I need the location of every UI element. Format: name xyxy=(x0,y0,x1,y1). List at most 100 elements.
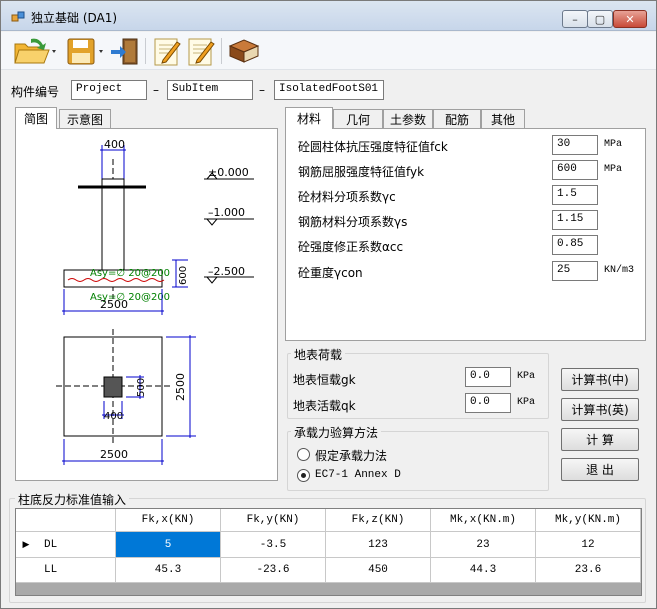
id-separator: – xyxy=(259,83,265,97)
tab-material[interactable]: 材料 xyxy=(285,107,333,129)
table-corner xyxy=(16,509,116,532)
tab-soil[interactable]: 土参数 xyxy=(383,109,433,129)
tab-geometry[interactable]: 几何 xyxy=(333,109,383,129)
save-button[interactable] xyxy=(65,35,105,67)
current-row-icon: ▶ xyxy=(22,539,30,550)
alpha-cc-input[interactable]: 0.85 xyxy=(552,235,598,255)
field-label: 砼强度修正系数αcc xyxy=(298,240,404,254)
tab-reinforcement[interactable]: 配筋 xyxy=(433,109,481,129)
id-separator: – xyxy=(153,83,159,97)
element-field[interactable]: IsolatedFootS01 xyxy=(274,80,384,100)
gamma-s-input[interactable]: 1.15 xyxy=(552,210,598,230)
table-cell[interactable]: 45.3 xyxy=(116,558,221,583)
window-title: 独立基础 (DA1) xyxy=(31,11,118,25)
column-header: Fk,x(KN) xyxy=(116,509,221,532)
exit-door-icon xyxy=(111,38,138,65)
table-cell[interactable]: -3.5 xyxy=(221,532,326,558)
live-load-unit: KPa xyxy=(517,397,536,408)
plan-column-height-dim: 500 xyxy=(136,378,147,397)
drawing-panel: 400 Asy=∅ 20@200 Asy=∅ 20@200 2500 600 ±… xyxy=(15,128,278,481)
toolbar-separator xyxy=(145,38,146,64)
reaction-title: 柱底反力标准值输入 xyxy=(15,491,130,508)
exit-tool-button[interactable] xyxy=(109,35,141,67)
table-cell[interactable]: 450 xyxy=(326,558,431,583)
toolbar-separator xyxy=(221,38,222,64)
app-icon xyxy=(11,11,25,22)
method-radio-2[interactable] xyxy=(297,469,310,482)
field-label: 砼重度γcon xyxy=(298,266,363,280)
exit-button[interactable]: 退 出 xyxy=(561,458,639,481)
floppy-disk-icon xyxy=(67,38,103,65)
table-cell[interactable]: 123 xyxy=(326,532,431,558)
field-label: 砼材料分项系数γc xyxy=(298,190,396,204)
unit-label: MPa xyxy=(604,164,623,175)
column-header: Fk,z(KN) xyxy=(326,509,431,532)
maximize-button[interactable]: ▢ xyxy=(587,10,613,28)
book-icon xyxy=(228,39,260,63)
tab-other[interactable]: 其他 xyxy=(481,109,525,129)
table-cell[interactable]: 12 xyxy=(536,532,641,558)
tab-schematic[interactable]: 示意图 xyxy=(59,109,111,129)
edit-button-2[interactable] xyxy=(185,35,217,67)
edit-button-1[interactable] xyxy=(151,35,183,67)
folder-open-icon xyxy=(14,38,56,64)
app-window: 独立基础 (DA1) – ▢ ✕ 构件编号 Project – SubItem … xyxy=(0,0,657,609)
subitem-field[interactable]: SubItem xyxy=(167,80,253,100)
column-header: Fk,y(KN) xyxy=(221,509,326,532)
project-field[interactable]: Project xyxy=(71,80,147,100)
base-width-dim: 2500 xyxy=(100,298,128,311)
table-cell[interactable]: -23.6 xyxy=(221,558,326,583)
method-option-2-label: EC7-1 Annex D xyxy=(315,469,401,481)
surface-load-title: 地表荷载 xyxy=(291,346,346,363)
row-label: LL xyxy=(44,564,58,576)
rebar-top-label: Asy=∅ 20@200 xyxy=(90,268,170,279)
open-button[interactable] xyxy=(13,35,57,67)
report-cn-button[interactable]: 计算书(中) xyxy=(561,368,639,391)
close-button[interactable]: ✕ xyxy=(613,10,647,28)
title-bar: 独立基础 (DA1) – ▢ ✕ xyxy=(1,1,656,31)
dead-load-unit: KPa xyxy=(517,371,536,382)
table-cell[interactable]: 23.6 xyxy=(536,558,641,583)
table-cell[interactable]: 23 xyxy=(431,532,536,558)
column-width-dim: 400 xyxy=(104,138,125,151)
unit-label: KN/m3 xyxy=(604,265,635,276)
table-cell[interactable]: 5 xyxy=(116,532,221,558)
fyk-input[interactable]: 600 xyxy=(552,160,598,180)
report-en-button[interactable]: 计算书(英) xyxy=(561,398,639,421)
elevation-top: ±0.000 xyxy=(208,166,249,179)
row-label: DL xyxy=(44,538,58,551)
method-title: 承载力验算方法 xyxy=(291,424,382,441)
table-cell[interactable]: 44.3 xyxy=(431,558,536,583)
minimize-button[interactable]: – xyxy=(562,10,588,28)
depth-dim: 600 xyxy=(178,266,189,285)
table-row-header[interactable]: ▶ DL xyxy=(16,532,116,558)
field-label: 砼圆柱体抗压强度特征值fck xyxy=(298,140,448,154)
table-scroll-area[interactable] xyxy=(16,583,641,595)
tab-diagram[interactable]: 简图 xyxy=(15,107,57,129)
live-load-label: 地表活载qk xyxy=(293,399,356,413)
pencil-note-icon xyxy=(188,38,215,66)
elevation-mid: –1.000 xyxy=(208,206,245,219)
material-panel: 砼圆柱体抗压强度特征值fck 30 MPa 钢筋屈服强度特征值fyk 600 M… xyxy=(285,128,646,341)
table-row-header[interactable]: LL xyxy=(16,558,116,583)
field-label: 钢筋材料分项系数γs xyxy=(298,215,408,229)
elevation-bottom: –2.500 xyxy=(208,265,245,278)
column-header: Mk,y(KN.m) xyxy=(536,509,641,532)
plan-column-width-dim: 400 xyxy=(104,411,123,422)
dead-load-input[interactable]: 0.0 xyxy=(465,367,511,387)
help-button[interactable] xyxy=(227,35,261,67)
reaction-table: Fk,x(KN) Fk,y(KN) Fk,z(KN) Mk,x(KN.m) Mk… xyxy=(15,508,642,596)
foundation-drawing: 400 Asy=∅ 20@200 Asy=∅ 20@200 2500 600 ±… xyxy=(56,138,254,465)
method-option-1-label: 假定承载力法 xyxy=(315,449,388,463)
gamma-c-input[interactable]: 1.5 xyxy=(552,185,598,205)
column-header: Mk,x(KN.m) xyxy=(431,509,536,532)
plan-height-dim: 2500 xyxy=(174,373,187,401)
plan-width-dim: 2500 xyxy=(100,448,128,461)
method-radio-1[interactable] xyxy=(297,448,310,461)
calculate-button[interactable]: 计 算 xyxy=(561,428,639,451)
fck-input[interactable]: 30 xyxy=(552,135,598,155)
toolbar xyxy=(1,32,656,70)
dead-load-label: 地表恒载gk xyxy=(293,373,356,387)
gamma-con-input[interactable]: 25 xyxy=(552,261,598,281)
live-load-input[interactable]: 0.0 xyxy=(465,393,511,413)
